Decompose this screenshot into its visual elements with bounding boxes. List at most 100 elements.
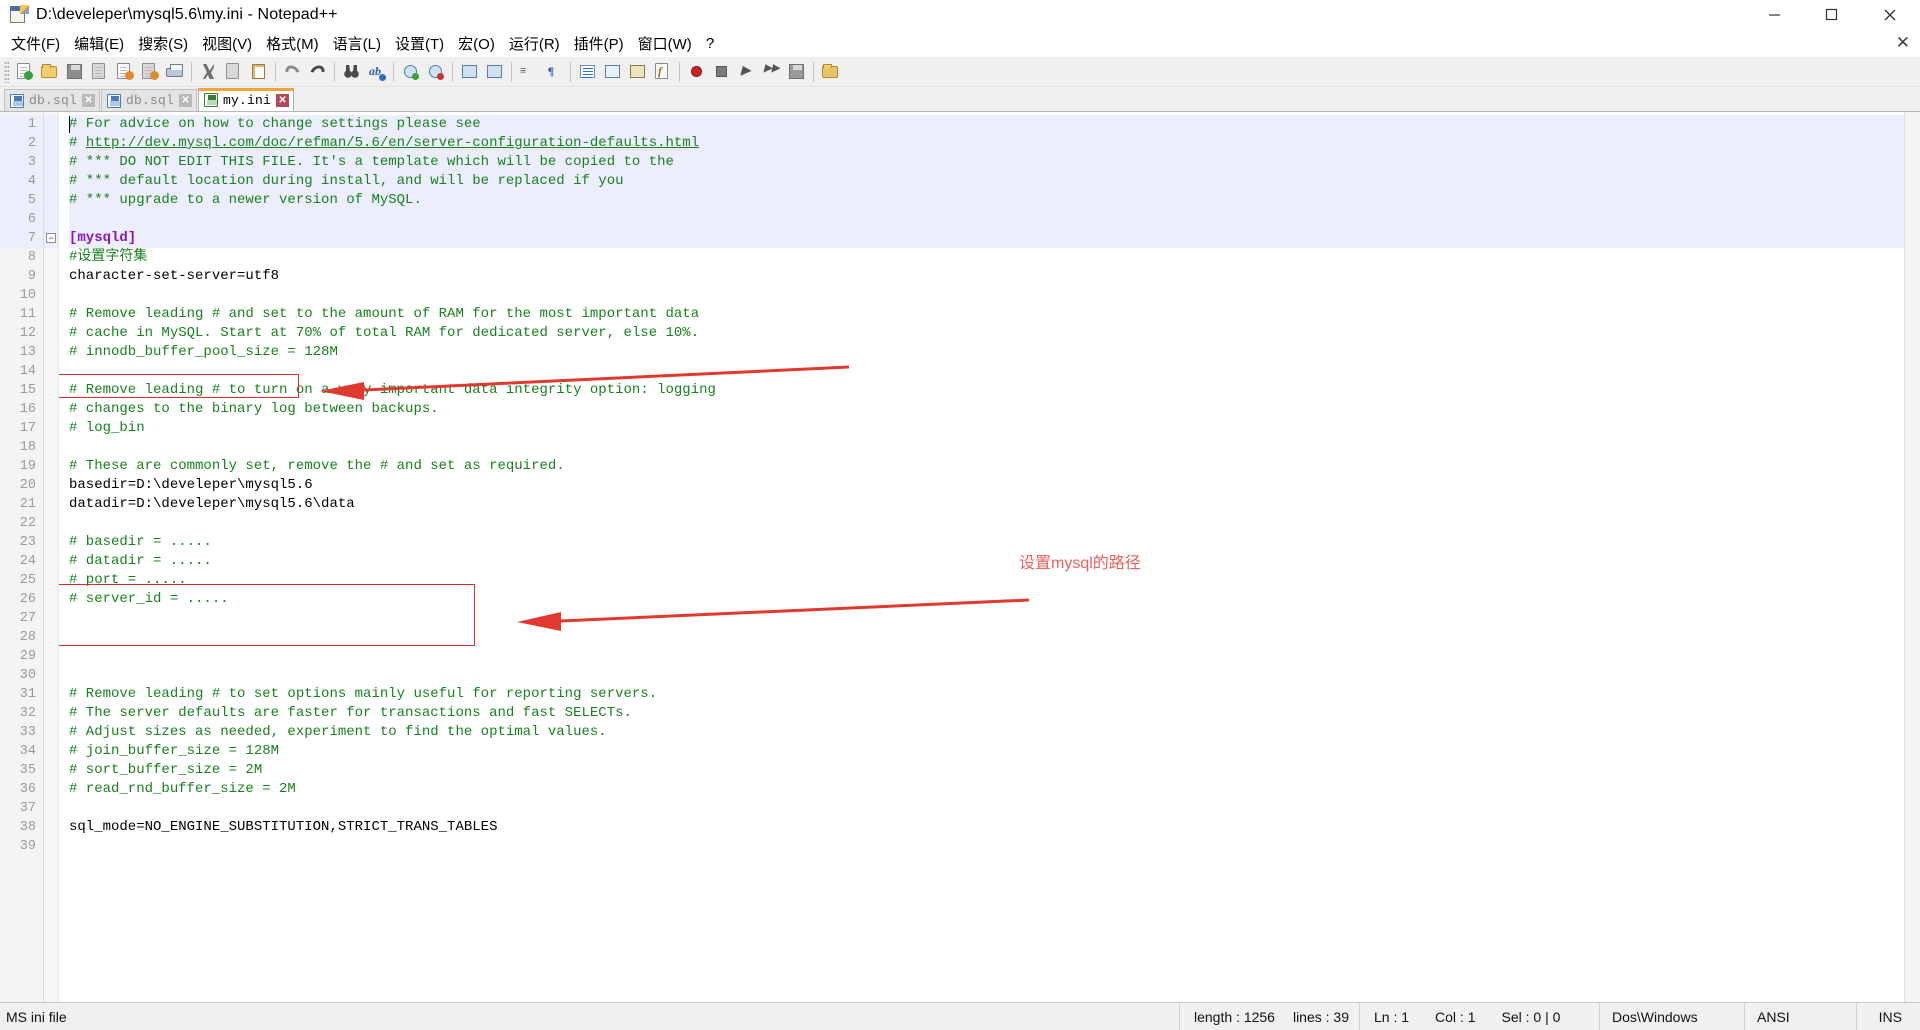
find-icon[interactable] [339, 59, 364, 84]
code-line[interactable] [69, 210, 1904, 229]
word-wrap-icon[interactable]: ≡ [516, 59, 541, 84]
menu-search[interactable]: 搜索(S) [131, 30, 195, 57]
zoom-in-icon[interactable] [398, 59, 423, 84]
menu-view[interactable]: 视图(V) [195, 30, 259, 57]
code-line[interactable]: # port = ..... [69, 571, 1904, 590]
fast-playback-icon[interactable]: ▶▶ [759, 59, 784, 84]
code-line[interactable] [69, 647, 1904, 666]
sync-v-scroll-icon[interactable] [457, 59, 482, 84]
redo-icon[interactable] [305, 59, 330, 84]
tab-my-ini[interactable]: my.ini ✕ [198, 88, 295, 111]
code-line[interactable]: # Remove leading # to turn on a very imp… [69, 381, 1904, 400]
code-line[interactable] [69, 837, 1904, 856]
save-icon[interactable] [62, 59, 87, 84]
toolbar-separator [813, 61, 814, 82]
replace-icon[interactable]: ab [364, 59, 389, 84]
menu-macro[interactable]: 宏(O) [451, 30, 502, 57]
copy-icon[interactable] [221, 59, 246, 84]
code-line[interactable]: # http://dev.mysql.com/doc/refman/5.6/en… [69, 134, 1904, 153]
tab-close-icon[interactable]: ✕ [82, 94, 96, 107]
code-line[interactable]: # *** upgrade to a newer version of MySQ… [69, 191, 1904, 210]
code-line[interactable]: # The server defaults are faster for tra… [69, 704, 1904, 723]
menu-edit[interactable]: 编辑(E) [67, 30, 131, 57]
code-line[interactable]: # datadir = ..... [69, 552, 1904, 571]
code-line[interactable] [69, 514, 1904, 533]
toolbar-grip[interactable] [4, 60, 9, 83]
indent-guide-icon[interactable] [575, 59, 600, 84]
code-line[interactable]: basedir=D:\develeper\mysql5.6 [69, 476, 1904, 495]
ui-ab-icon[interactable] [600, 59, 625, 84]
code-line[interactable]: character-set-server=utf8 [69, 267, 1904, 286]
fold-collapse-icon[interactable]: − [46, 233, 56, 243]
code-line[interactable]: # changes to the binary log between back… [69, 400, 1904, 419]
menu-format[interactable]: 格式(M) [259, 30, 326, 57]
code-url-link[interactable]: http://dev.mysql.com/doc/refman/5.6/en/s… [86, 135, 699, 151]
code-line[interactable]: sql_mode=NO_ENGINE_SUBSTITUTION,STRICT_T… [69, 818, 1904, 837]
stop-macro-icon[interactable] [709, 59, 734, 84]
minimize-button[interactable] [1746, 0, 1803, 30]
new-file-icon[interactable] [12, 59, 37, 84]
vertical-scrollbar[interactable] [1904, 112, 1920, 1002]
menu-help[interactable]: ? [699, 32, 721, 55]
tab-db-sql-2[interactable]: db.sql ✕ [101, 89, 198, 111]
tab-close-icon[interactable]: ✕ [276, 93, 290, 107]
code-line[interactable]: # cache in MySQL. Start at 70% of total … [69, 324, 1904, 343]
fold-marker[interactable]: − [44, 229, 58, 248]
cut-icon[interactable] [196, 59, 221, 84]
code-line[interactable]: # server_id = ..... [69, 590, 1904, 609]
code-line[interactable]: # log_bin [69, 419, 1904, 438]
tab-close-icon[interactable]: ✕ [179, 94, 193, 107]
code-line[interactable]: # Remove leading # to set options mainly… [69, 685, 1904, 704]
menu-file[interactable]: 文件(F) [4, 30, 67, 57]
tab-db-sql-1[interactable]: db.sql ✕ [4, 89, 101, 111]
code-line[interactable]: # For advice on how to change settings p… [69, 115, 1904, 134]
menu-run[interactable]: 运行(R) [502, 30, 567, 57]
code-line[interactable]: # sort_buffer_size = 2M [69, 761, 1904, 780]
code-line[interactable]: # read_rnd_buffer_size = 2M [69, 780, 1904, 799]
code-line[interactable]: #设置字符集 [69, 248, 1904, 267]
code-line[interactable]: # *** default location during install, a… [69, 172, 1904, 191]
play-macro-icon[interactable]: ▶ [734, 59, 759, 84]
print-icon[interactable] [162, 59, 187, 84]
doc-map-icon[interactable]: f [650, 59, 675, 84]
menu-settings[interactable]: 设置(T) [388, 30, 451, 57]
code-line[interactable]: # basedir = ..... [69, 533, 1904, 552]
code-line[interactable]: # innodb_buffer_pool_size = 128M [69, 343, 1904, 362]
code-text-area[interactable]: # For advice on how to change settings p… [59, 112, 1904, 1002]
code-line[interactable]: datadir=D:\develeper\mysql5.6\data [69, 495, 1904, 514]
menu-plugins[interactable]: 插件(P) [567, 30, 631, 57]
code-line[interactable]: [mysqld] [69, 229, 1904, 248]
save-all-icon[interactable] [87, 59, 112, 84]
save-macro-icon[interactable] [784, 59, 809, 84]
code-line[interactable] [69, 628, 1904, 647]
code-line[interactable] [69, 286, 1904, 305]
sync-h-scroll-icon[interactable] [482, 59, 507, 84]
run-icon[interactable] [818, 59, 843, 84]
code-line[interactable]: # These are commonly set, remove the # a… [69, 457, 1904, 476]
zoom-out-icon[interactable] [423, 59, 448, 84]
code-line[interactable] [69, 362, 1904, 381]
user-define-dialog-icon[interactable] [625, 59, 650, 84]
code-line[interactable] [69, 799, 1904, 818]
undo-icon[interactable] [280, 59, 305, 84]
open-file-icon[interactable] [37, 59, 62, 84]
menu-language[interactable]: 语言(L) [326, 30, 388, 57]
code-line[interactable] [69, 609, 1904, 628]
code-line[interactable]: # Remove leading # and set to the amount… [69, 305, 1904, 324]
code-line[interactable]: # Adjust sizes as needed, experiment to … [69, 723, 1904, 742]
code-line[interactable] [69, 666, 1904, 685]
editor-area[interactable]: 1 2 3 4 5 6 7 8 9 10 11 12 13 14 15 16 17 18 19 20 21 22 23 24 2… [0, 111, 1920, 1002]
close-document-icon[interactable]: ✕ [1896, 33, 1910, 53]
paste-icon[interactable] [246, 59, 271, 84]
maximize-button[interactable] [1803, 0, 1860, 30]
menu-window[interactable]: 窗口(W) [631, 30, 699, 57]
close-all-icon[interactable] [137, 59, 162, 84]
code-line[interactable] [69, 438, 1904, 457]
code-line[interactable]: # *** DO NOT EDIT THIS FILE. It's a temp… [69, 153, 1904, 172]
code-folding-margin[interactable]: − [44, 112, 59, 1002]
record-macro-icon[interactable] [684, 59, 709, 84]
show-all-chars-icon[interactable]: ¶ [541, 59, 566, 84]
close-button[interactable] [1860, 0, 1920, 30]
close-file-icon[interactable] [112, 59, 137, 84]
code-line[interactable]: # join_buffer_size = 128M [69, 742, 1904, 761]
